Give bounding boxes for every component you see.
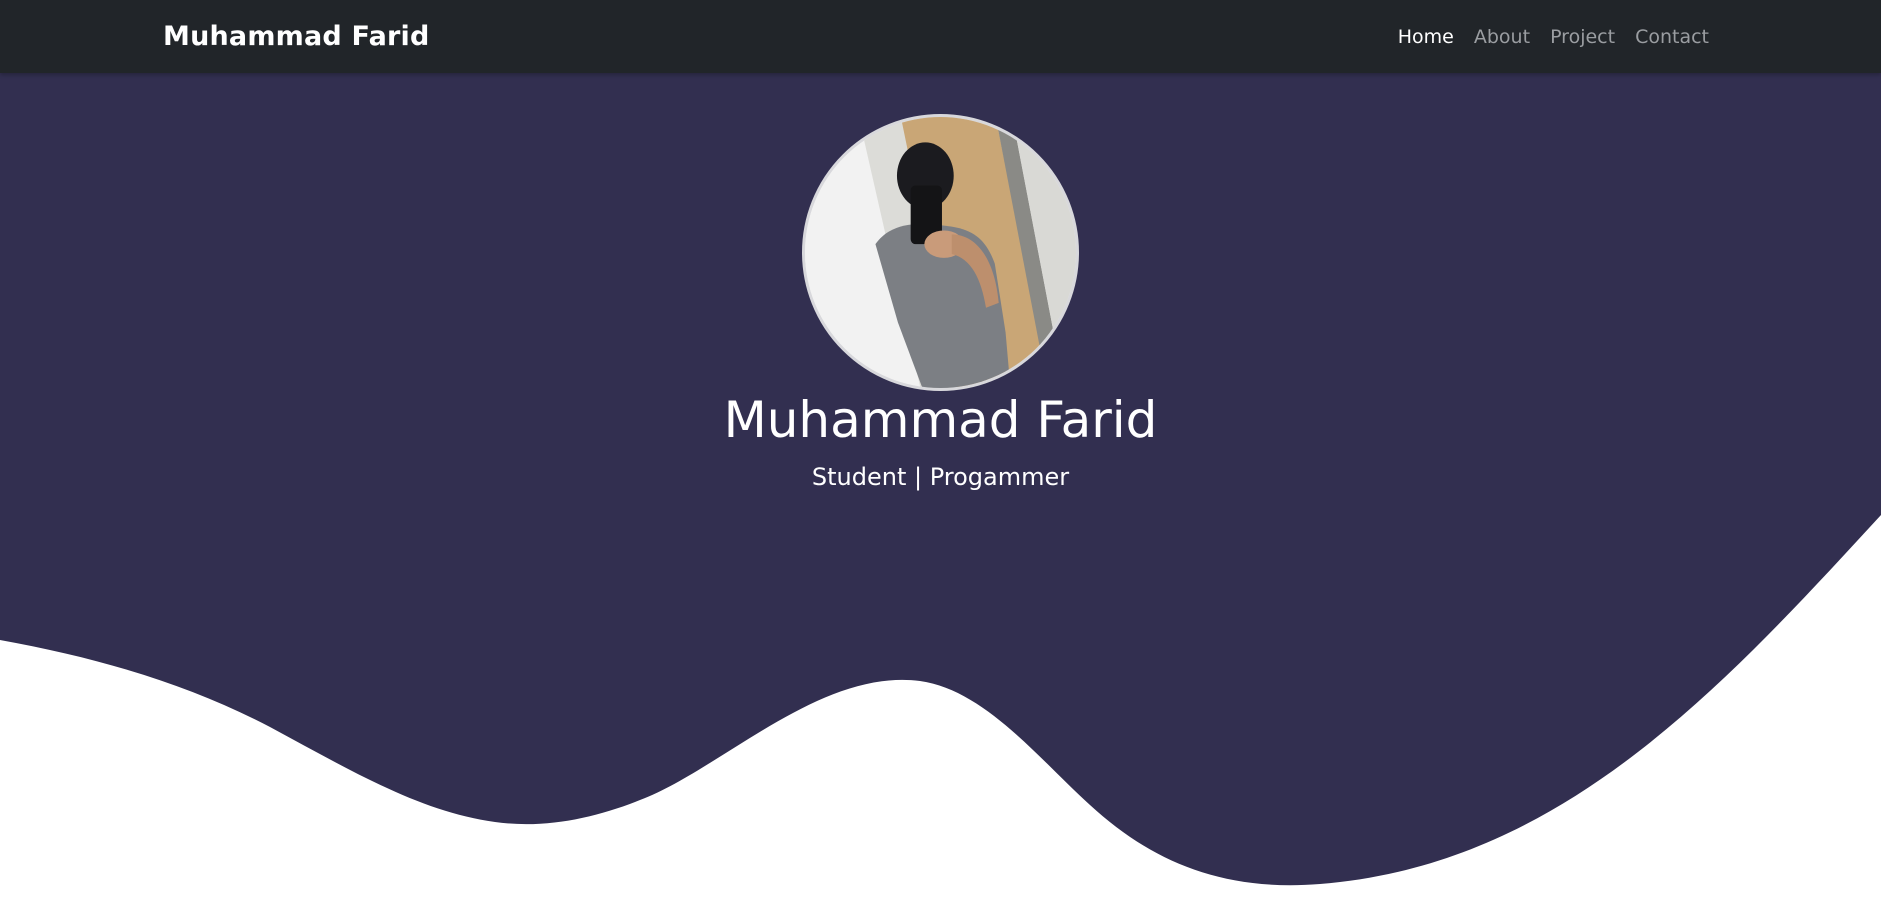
nav-item-home: Home	[1398, 24, 1454, 50]
profile-avatar	[802, 114, 1079, 391]
nav-link-about[interactable]: About	[1474, 26, 1530, 48]
profile-photo	[805, 117, 1076, 388]
nav-link-home[interactable]: Home	[1398, 26, 1454, 48]
nav-link-project[interactable]: Project	[1550, 26, 1615, 48]
hero-name: Muhammad Farid	[723, 391, 1158, 449]
nav-links: Home About Project Contact	[1398, 24, 1709, 50]
nav-item-contact: Contact	[1635, 24, 1709, 50]
nav-item-project: Project	[1550, 24, 1615, 50]
navbar: Muhammad Farid Home About Project Contac…	[0, 0, 1881, 73]
nav-link-contact[interactable]: Contact	[1635, 26, 1709, 48]
hero-role: Student | Progammer	[811, 463, 1070, 491]
nav-item-about: About	[1474, 24, 1530, 50]
brand-link[interactable]: Muhammad Farid	[163, 19, 430, 55]
